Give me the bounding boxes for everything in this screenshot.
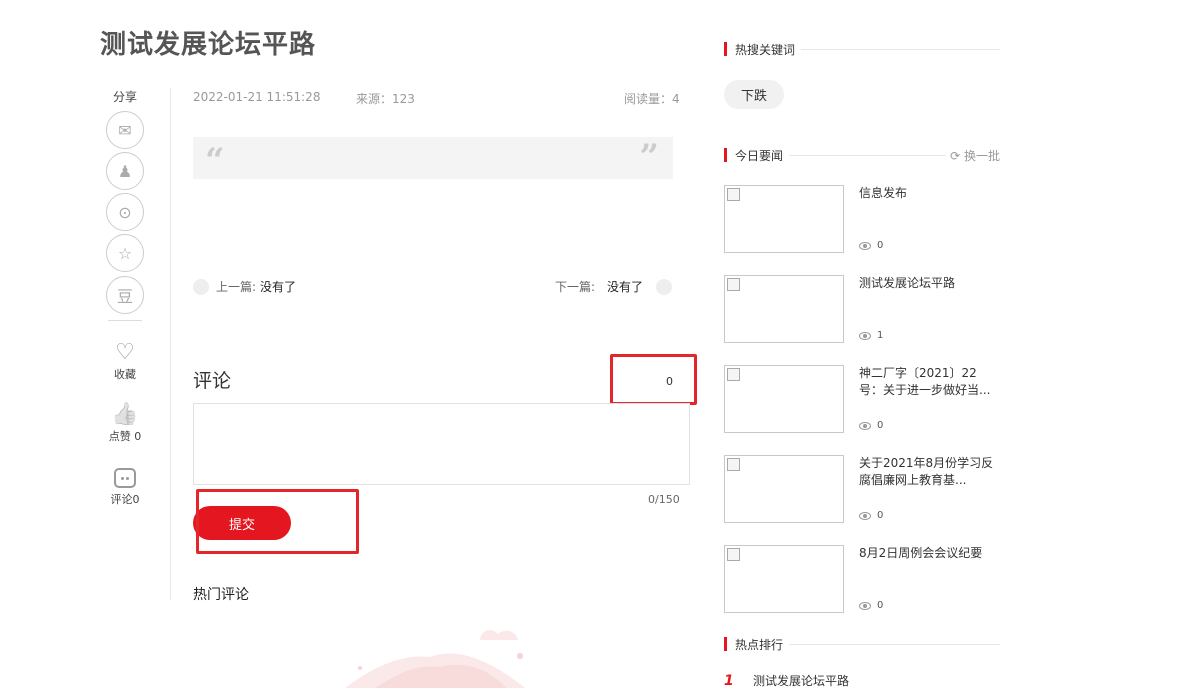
open-quote-icon: “: [205, 141, 225, 181]
news-item[interactable]: 神二厂字〔2021〕22号：关于进一步做好当... 0: [724, 365, 1000, 433]
article-date: 2022-01-21 11:51:28: [193, 90, 321, 104]
prev-value: 没有了: [260, 280, 297, 294]
news-views: 0: [859, 240, 883, 251]
decorative-cloud-icon: [345, 630, 525, 688]
refresh-icon: ⟳: [950, 148, 961, 163]
thumbs-up-icon: 👍: [111, 402, 139, 427]
article-title: 测试发展论坛平路: [100, 30, 317, 60]
hot-rank-header: 热点排行: [724, 636, 1000, 652]
like-label: 点赞 0: [108, 430, 142, 443]
prev-label: 上一篇:: [216, 280, 257, 294]
column-divider: [170, 88, 171, 600]
news-item[interactable]: 关于2021年8月份学习反腐倡廉网上教育基... 0: [724, 455, 1000, 523]
qq-icon: ♟: [117, 161, 133, 181]
today-news-title: 今日要闻: [735, 148, 784, 163]
news-item[interactable]: 8月2日周例会会议纪要 0: [724, 545, 1000, 613]
news-thumbnail[interactable]: [724, 185, 844, 253]
close-quote-icon: ”: [639, 137, 659, 177]
comment-char-limit: 0/150: [648, 493, 680, 506]
news-views: 1: [859, 330, 883, 341]
rank-title[interactable]: 测试发展论坛平路: [753, 672, 849, 688]
next-value: 没有了: [607, 280, 644, 294]
news-thumbnail[interactable]: [724, 545, 844, 613]
next-arrow-icon: [656, 278, 673, 295]
next-label: 下一篇:: [555, 280, 596, 294]
comment-input[interactable]: [193, 403, 690, 485]
comment-icon: [98, 465, 152, 491]
star-icon: ☆: [117, 243, 133, 263]
news-title[interactable]: 测试发展论坛平路: [859, 275, 999, 292]
news-item[interactable]: 信息发布 0: [724, 185, 1000, 253]
news-thumbnail[interactable]: [724, 365, 844, 433]
keyword-tag[interactable]: 下跌: [724, 80, 784, 109]
news-title[interactable]: 关于2021年8月份学习反腐倡廉网上教育基...: [859, 455, 999, 489]
eye-icon: [859, 601, 871, 610]
news-title[interactable]: 信息发布: [859, 185, 999, 202]
news-thumbnail[interactable]: [724, 455, 844, 523]
share-weibo-button[interactable]: ⊙: [106, 193, 144, 231]
favorite-label: 收藏: [114, 368, 136, 381]
hot-comments-title: 热门评论: [193, 587, 249, 603]
refresh-news-button[interactable]: ⟳ 换一批: [950, 147, 1000, 164]
share-qzone-button[interactable]: ☆: [106, 234, 144, 272]
news-item[interactable]: 测试发展论坛平路 1: [724, 275, 1000, 343]
heart-icon: ♡: [115, 340, 135, 365]
annotation-box-submit: [196, 489, 359, 554]
like-button[interactable]: 👍 点赞 0: [98, 402, 152, 444]
comment-shortcut-button[interactable]: 评论0: [98, 465, 152, 507]
wechat-icon: ✉: [118, 120, 132, 140]
eye-icon: [859, 421, 871, 430]
eye-icon: [859, 511, 871, 520]
hot-rank-title: 热点排行: [735, 637, 784, 652]
prev-article-link[interactable]: 上一篇: 没有了: [193, 278, 296, 295]
news-views: 0: [859, 510, 883, 521]
news-views: 0: [859, 600, 883, 611]
today-news-header: 今日要闻 ⟳ 换一批: [724, 147, 1000, 163]
share-qq-button[interactable]: ♟: [106, 152, 144, 190]
annotation-box-count: [610, 354, 697, 405]
hot-rank-item[interactable]: 1 测试发展论坛平路: [724, 672, 849, 688]
article-read-count: 阅读量：4: [624, 92, 680, 106]
news-thumbnail[interactable]: [724, 275, 844, 343]
article-summary-quote: “ ”: [193, 137, 673, 181]
share-label: 分享: [112, 90, 137, 104]
news-title[interactable]: 8月2日周例会会议纪要: [859, 545, 999, 562]
news-title[interactable]: 神二厂字〔2021〕22号：关于进一步做好当...: [859, 365, 999, 399]
comments-title: 评论: [193, 370, 232, 392]
share-divider: [108, 320, 142, 321]
news-views: 0: [859, 420, 883, 431]
share-douban-button[interactable]: 豆: [106, 276, 144, 314]
share-wechat-button[interactable]: ✉: [106, 111, 144, 149]
hot-keywords-title: 热搜关键词: [735, 42, 796, 57]
eye-icon: [859, 331, 871, 340]
refresh-label: 换一批: [963, 148, 1000, 163]
weibo-icon: ⊙: [118, 202, 132, 222]
eye-icon: [859, 241, 871, 250]
hot-keywords-header: 热搜关键词: [724, 41, 1000, 57]
prev-arrow-icon: [193, 278, 209, 295]
rank-number: 1: [724, 672, 734, 688]
article-source: 来源：123: [356, 92, 415, 106]
douban-icon: 豆: [116, 287, 133, 306]
comment-count-label: 评论0: [110, 493, 140, 506]
favorite-button[interactable]: ♡ 收藏: [98, 340, 152, 382]
next-article-link[interactable]: 下一篇: 没有了: [555, 278, 673, 295]
